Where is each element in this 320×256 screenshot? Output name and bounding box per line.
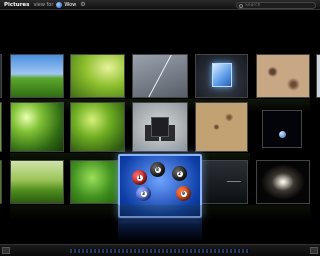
search-box[interactable]	[236, 2, 316, 9]
tile-edge-left[interactable]	[0, 54, 2, 98]
pool-ball: 1	[132, 170, 147, 185]
scroll-right-button[interactable]	[310, 247, 318, 254]
pool-ball: 2	[172, 166, 187, 181]
tile-edge-left-2[interactable]	[0, 102, 2, 152]
pool-ball: 3	[136, 186, 151, 201]
gear-icon[interactable]: ⚙	[80, 1, 85, 8]
search-icon	[239, 3, 243, 8]
tile-sand-texture[interactable]	[256, 54, 310, 98]
tile-edge-right[interactable]	[316, 54, 320, 98]
pool-ball-number: 3	[140, 190, 147, 197]
tile-dark-sky[interactable]	[195, 160, 248, 204]
tile-black-boxes[interactable]	[132, 102, 188, 152]
tile-leaves-bokeh[interactable]	[10, 102, 64, 152]
tile-green-water[interactable]	[70, 160, 125, 204]
tile-edge-left-3[interactable]	[0, 160, 2, 204]
pool-ball-number: 2	[176, 170, 183, 177]
pool-ball-number: 9	[180, 190, 187, 197]
tile-galaxy[interactable]	[256, 160, 310, 204]
scroll-track[interactable]	[70, 249, 250, 253]
app-name: Pictures	[4, 1, 30, 8]
tile-grass-sunlight[interactable]	[70, 54, 125, 98]
tile-gray-line[interactable]	[132, 54, 188, 98]
tile-green-field[interactable]	[10, 54, 64, 98]
focus-reflection	[118, 218, 202, 242]
pool-ball-number: 1	[136, 174, 143, 181]
view-for-label: view for	[33, 1, 54, 8]
tile-earth-space[interactable]	[262, 110, 302, 148]
tile-grass-bottom[interactable]	[10, 160, 64, 204]
pool-ball: 9	[176, 186, 191, 201]
user-icon[interactable]	[56, 1, 63, 8]
reflection-row-3	[10, 205, 310, 221]
user-name[interactable]: Wow	[64, 2, 76, 8]
pool-ball: 8	[150, 162, 165, 177]
picture-wall: 8 1 2 3 9	[0, 10, 320, 244]
top-bar: Pictures view for Wow ⚙	[0, 0, 320, 10]
tile-leaf-drop[interactable]	[70, 102, 125, 152]
bottom-bar	[0, 244, 320, 256]
scroll-left-button[interactable]	[2, 247, 10, 254]
tile-blue-cube[interactable]	[195, 54, 248, 98]
search-input[interactable]	[245, 2, 315, 9]
tile-stone-map[interactable]	[195, 102, 248, 152]
pool-ball-number: 8	[154, 166, 161, 173]
